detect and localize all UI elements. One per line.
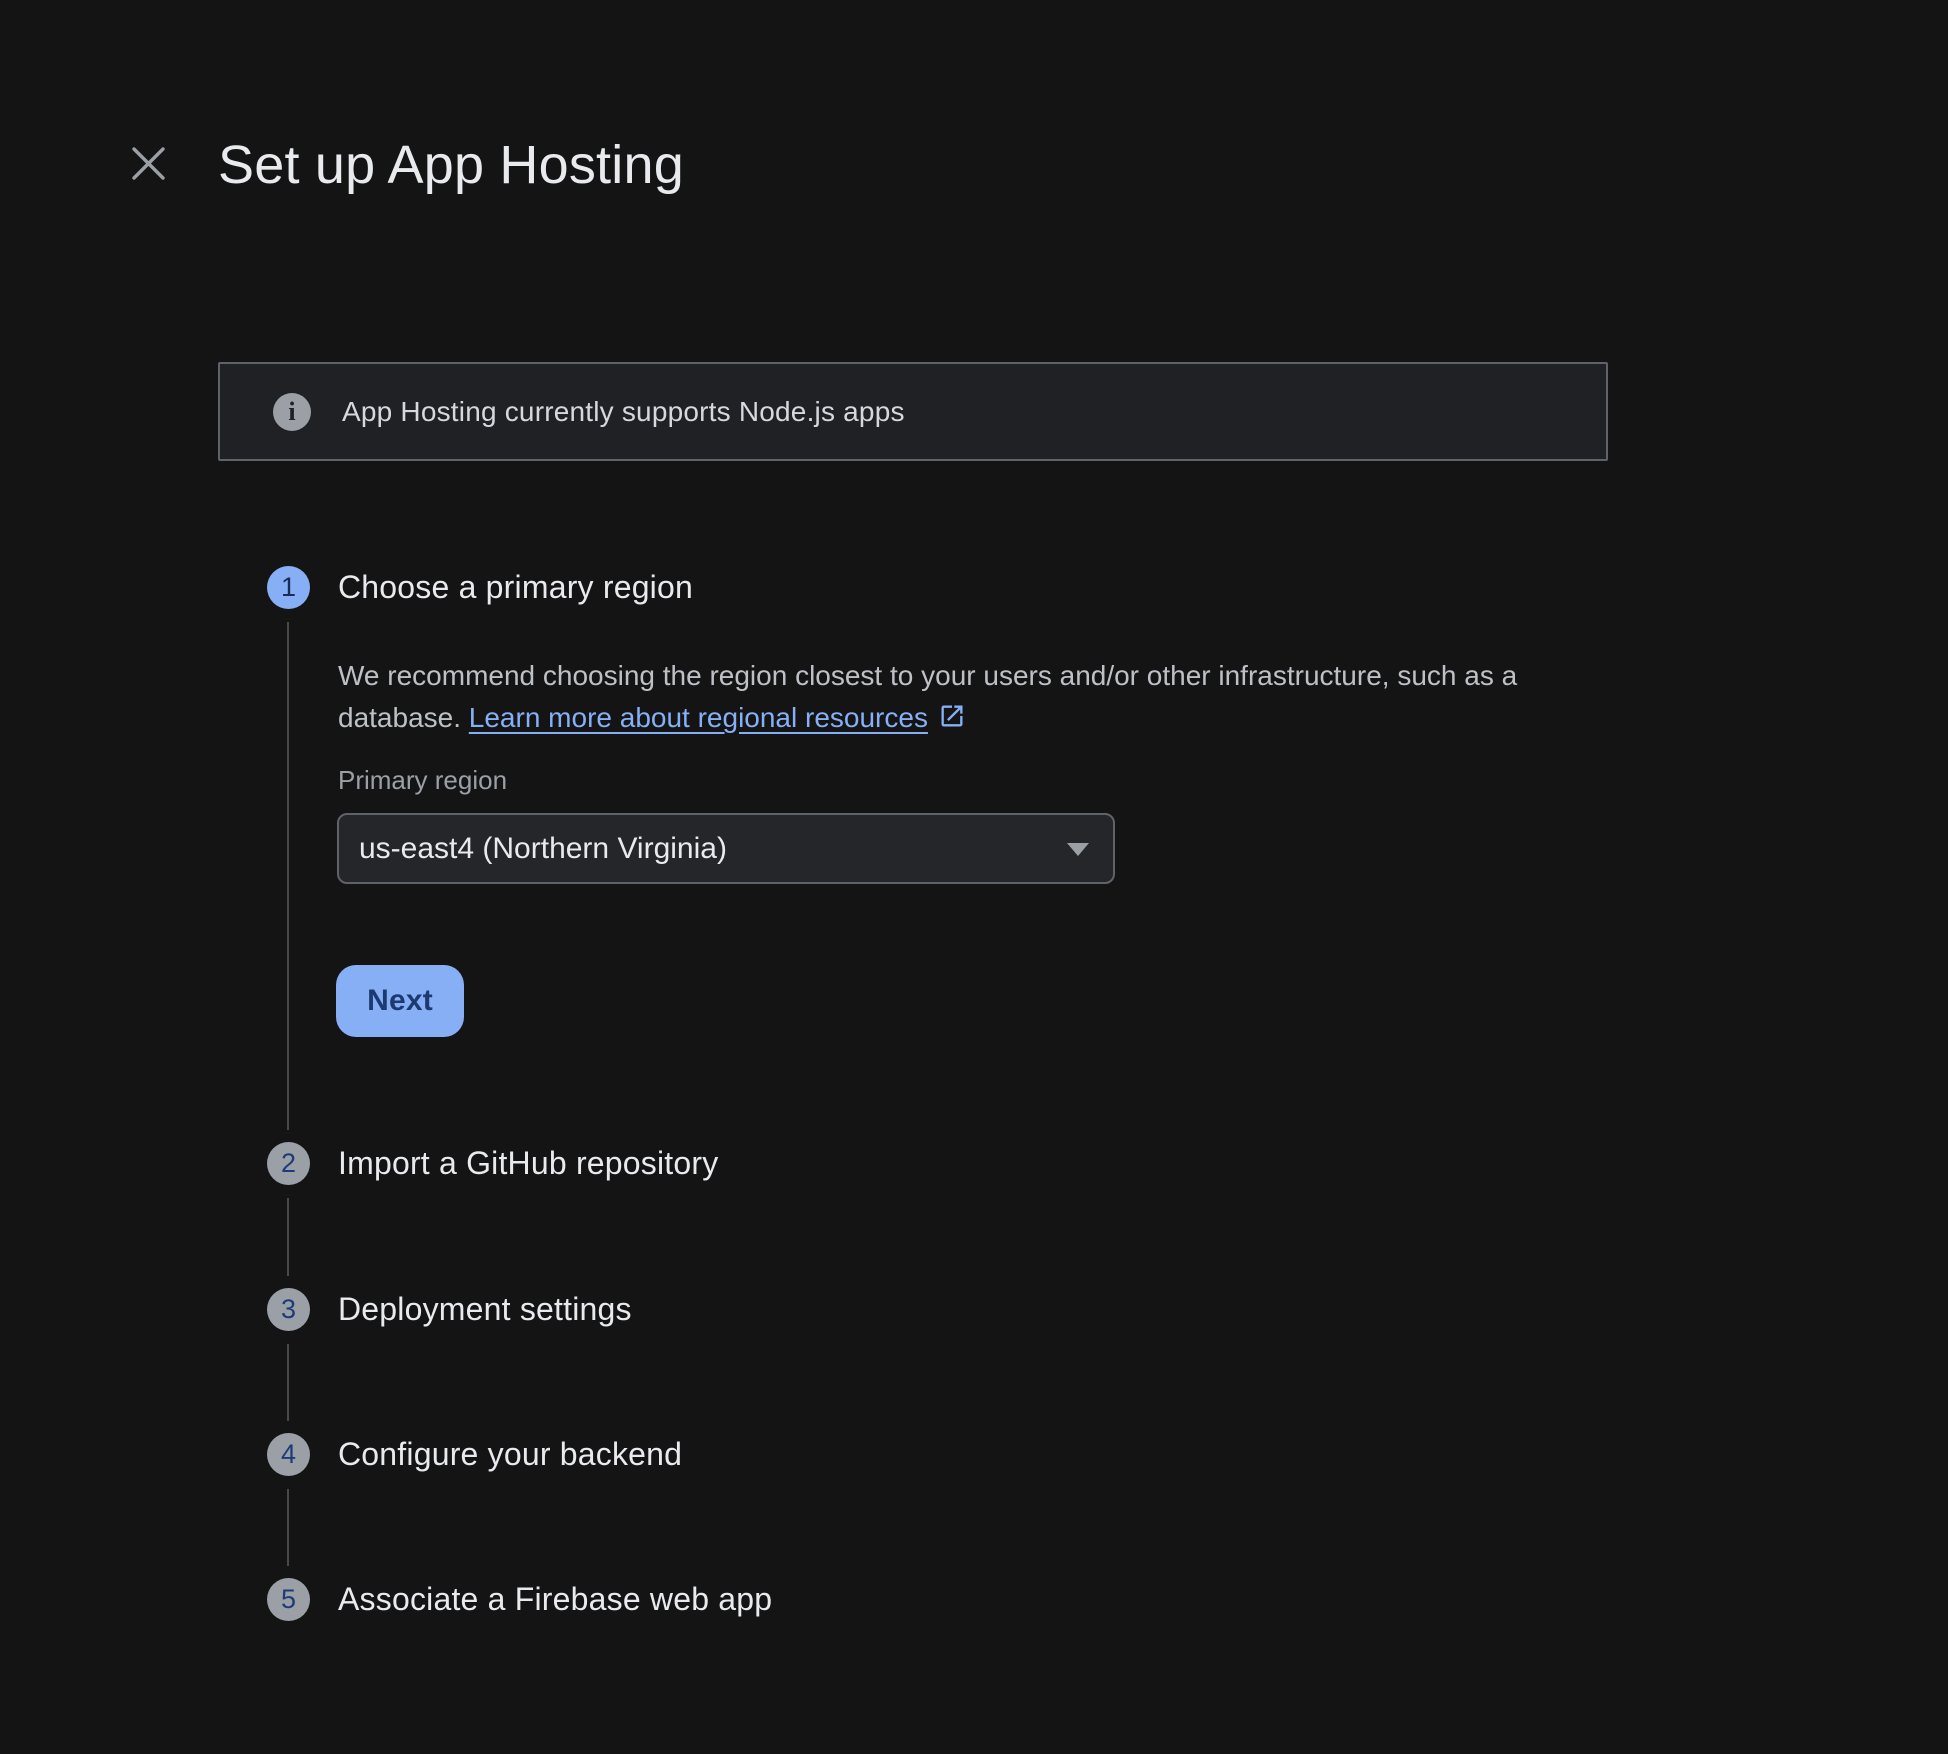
step-5-title: Associate a Firebase web app bbox=[338, 1578, 772, 1621]
step-3-indicator: 3 bbox=[267, 1288, 310, 1331]
step-2-title: Import a GitHub repository bbox=[338, 1142, 718, 1185]
step-5-indicator: 5 bbox=[267, 1578, 310, 1621]
next-button[interactable]: Next bbox=[336, 965, 464, 1037]
stepper-connector bbox=[287, 1344, 289, 1421]
description-line-1: We recommend choosing the region closest… bbox=[338, 660, 1517, 691]
external-link-icon bbox=[938, 700, 966, 742]
step-4-title: Configure your backend bbox=[338, 1433, 682, 1476]
stepper-connector bbox=[287, 622, 289, 1130]
step-1-title: Choose a primary region bbox=[338, 566, 693, 609]
step-1-description: We recommend choosing the region closest… bbox=[338, 655, 1517, 742]
chevron-down-icon bbox=[1067, 843, 1089, 856]
close-icon bbox=[130, 145, 167, 182]
description-line-2: database. bbox=[338, 702, 469, 733]
close-button[interactable] bbox=[118, 133, 178, 193]
stepper-connector bbox=[287, 1489, 289, 1566]
info-banner: i App Hosting currently supports Node.js… bbox=[218, 362, 1608, 461]
info-banner-text: App Hosting currently supports Node.js a… bbox=[342, 396, 905, 428]
primary-region-label: Primary region bbox=[338, 765, 507, 796]
learn-more-link[interactable]: Learn more about regional resources bbox=[469, 702, 966, 733]
page-title: Set up App Hosting bbox=[218, 134, 684, 196]
step-2-indicator: 2 bbox=[267, 1142, 310, 1185]
step-1-indicator: 1 bbox=[267, 566, 310, 609]
primary-region-value: us-east4 (Northern Virginia) bbox=[359, 832, 727, 866]
step-3-title: Deployment settings bbox=[338, 1288, 632, 1331]
info-icon: i bbox=[273, 393, 311, 431]
step-4-indicator: 4 bbox=[267, 1433, 310, 1476]
stepper-connector bbox=[287, 1198, 289, 1276]
primary-region-select[interactable]: us-east4 (Northern Virginia) bbox=[337, 813, 1115, 884]
